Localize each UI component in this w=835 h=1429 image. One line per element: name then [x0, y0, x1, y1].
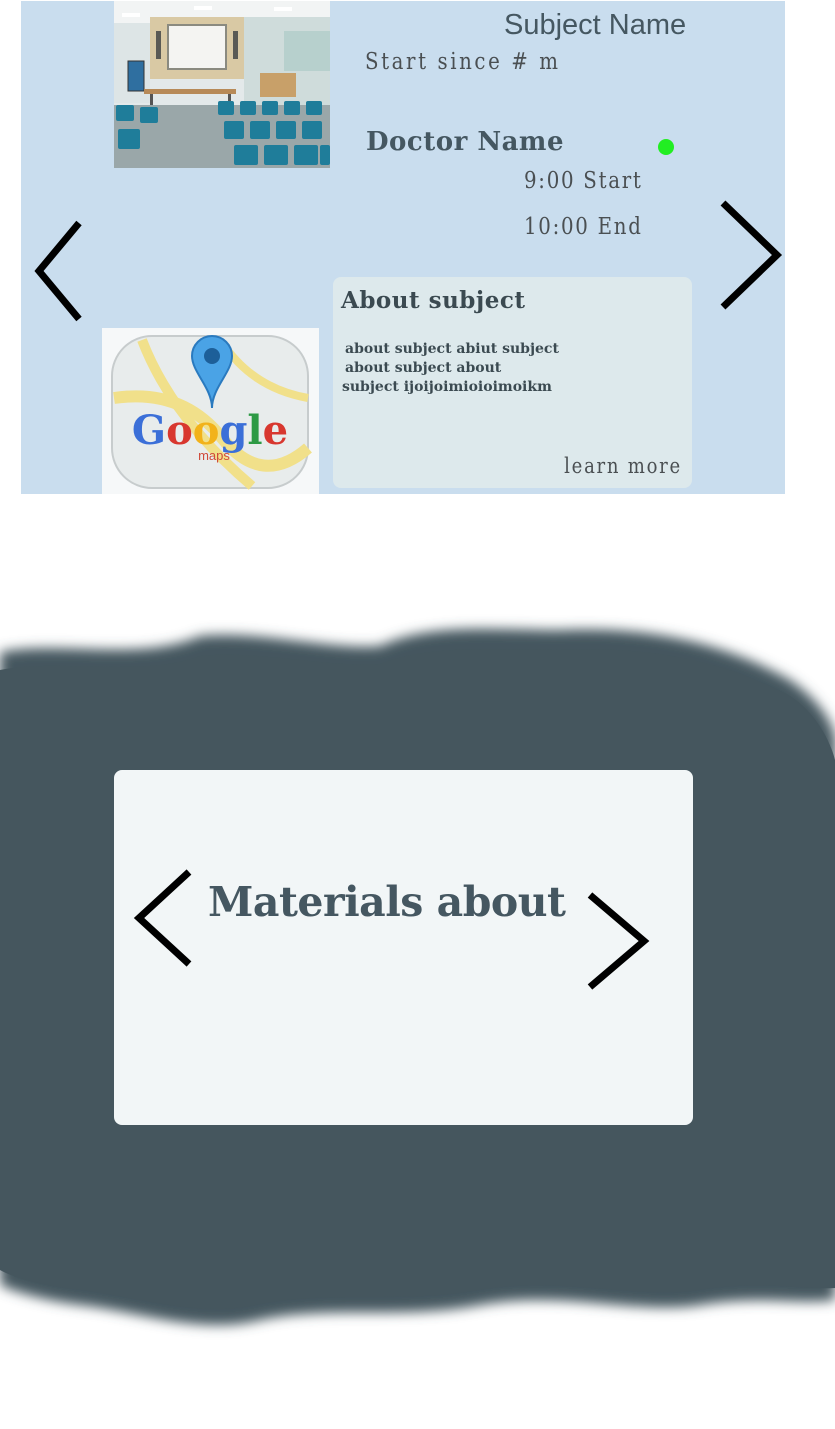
learn-more-link[interactable]: learn more [564, 454, 682, 478]
classroom-image [114, 1, 330, 168]
previous-material-button[interactable] [131, 866, 195, 976]
about-subject-line: subject ijoijoimioioimoikm [342, 379, 552, 395]
start-since-text: Start since # m [365, 49, 561, 75]
about-subject-line: about subject abiut subject [345, 341, 559, 357]
next-material-button[interactable] [584, 889, 654, 997]
google-maps-logo-text: Google [132, 407, 288, 454]
chevron-left-icon [34, 220, 82, 322]
google-maps-button[interactable]: Google maps [102, 328, 319, 494]
about-subject-panel: About subject about subject abiut subjec… [333, 277, 692, 488]
online-status-icon [658, 139, 674, 155]
classroom-photo [114, 1, 330, 168]
materials-title: Materials about [208, 878, 566, 926]
previous-subject-button[interactable] [29, 217, 89, 327]
google-maps-icon: Google maps [102, 328, 319, 494]
doctor-name: Doctor Name [366, 127, 564, 157]
subject-name: Subject Name [504, 9, 687, 41]
subject-card: Subject Name Start since # m Doctor Name… [21, 1, 785, 494]
google-maps-logo-subtext: maps [198, 448, 230, 463]
about-subject-text: about subject abiut subject about subjec… [342, 340, 652, 397]
about-subject-line: about subject about [345, 360, 502, 376]
chevron-right-icon [720, 200, 783, 310]
chevron-right-icon [587, 892, 650, 990]
materials-panel: Materials about [114, 770, 693, 1125]
end-time: 10:00 End [524, 214, 643, 240]
start-time: 9:00 Start [524, 168, 643, 194]
next-subject-button[interactable] [713, 197, 783, 317]
about-subject-title: About subject [341, 287, 526, 314]
chevron-left-icon [133, 869, 192, 967]
